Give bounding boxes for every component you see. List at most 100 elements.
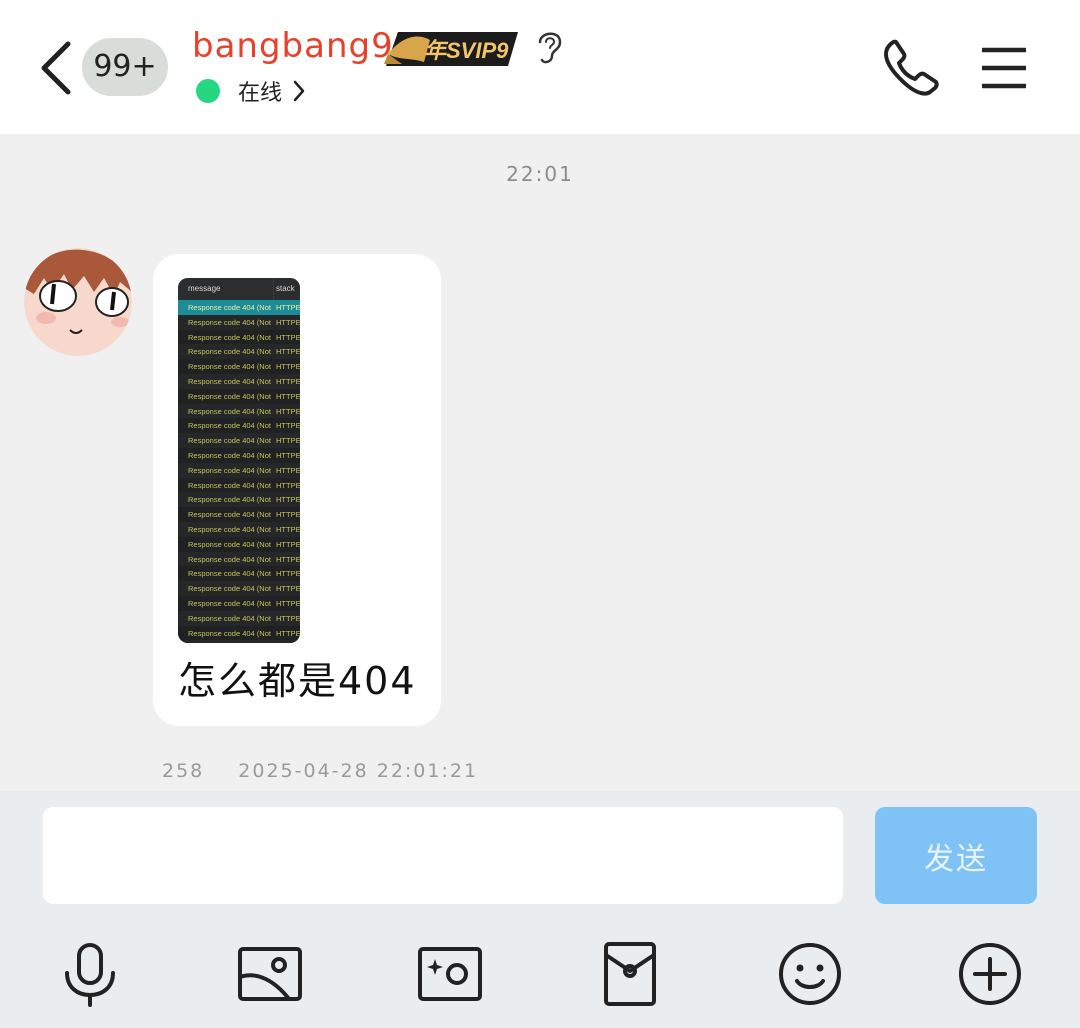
image-cell-stack: HTTPE (276, 347, 300, 357)
phone-call-button[interactable] (882, 38, 940, 96)
image-table-row: Response code 404 (Not HTTPE (178, 492, 300, 508)
online-status[interactable]: 在线 (196, 76, 306, 106)
more-button[interactable] (957, 941, 1023, 1007)
image-table-row: Response code 404 (Not HTTPE (178, 477, 300, 493)
image-table-row: Response code 404 (Not HTTPE (178, 359, 300, 374)
image-table-row: Response code 404 (Not HTTPE (178, 507, 300, 522)
contact-name[interactable]: bangbang93 (192, 26, 416, 66)
image-cell-stack: HTTPE (276, 406, 300, 416)
image-cell-stack: HTTPE (276, 480, 300, 490)
image-table-row: Response code 404 (Not HTTPE (178, 374, 300, 389)
image-table-row: Response code 404 (NotHTTPE (178, 522, 300, 537)
image-cell-stack: HTTPE (276, 451, 300, 460)
image-cell-stack: HTTPE (276, 569, 300, 579)
image-cell-message: Response code 404 (Not (188, 362, 271, 372)
chevron-left-icon (41, 41, 71, 95)
image-cell-message: Response code 404 (Not (188, 377, 271, 386)
image-cell-message: Response code 404 (Not (188, 317, 271, 327)
image-table-row: Response code 404 (Not HTTPE (178, 536, 300, 552)
image-cell-message: Response code 404 (Not (188, 347, 271, 357)
image-cell-message: Response code 404 (Not (188, 495, 271, 505)
image-cell-stack: HTTPE (276, 317, 300, 327)
image-cell-stack: HTTPE (276, 613, 300, 623)
message-meta: 258 2025-04-28 22:01:21 (162, 760, 478, 782)
image-table-row: Response code 404 (Not HTTPE (178, 344, 300, 360)
image-table-row: Response code 404 (Not HTTPE (178, 448, 300, 463)
gallery-button[interactable] (237, 941, 303, 1007)
message-image[interactable]: message stack Response code 404 (Not HTTP… (178, 278, 300, 643)
emoji-button[interactable] (777, 941, 843, 1007)
image-cell-message: Response code 404 (Not (188, 554, 271, 564)
image-cell-message: Response code 404 (Not (188, 303, 271, 312)
image-table-row: Response code 404 (NotHTTPE (178, 300, 300, 315)
image-cell-stack: HTTPE (276, 421, 300, 431)
image-cell-message: Response code 404 (Not (188, 613, 271, 623)
back-button[interactable] (36, 38, 80, 98)
image-cell-stack: HTTPE (276, 584, 300, 594)
image-icon (238, 947, 302, 1001)
image-cell-message: Response code 404 (Not (188, 480, 271, 490)
image-cell-stack: HTTPE (276, 391, 300, 401)
image-cell-stack: HTTPE (276, 362, 300, 372)
composer: 发送 (0, 791, 1080, 1028)
phone-icon (884, 39, 939, 96)
image-cell-stack: HTTPE (276, 495, 300, 505)
image-cell-stack: HTTPE (276, 332, 300, 342)
ear-icon[interactable] (532, 26, 568, 66)
red-packet-icon (604, 942, 656, 1006)
emoji-icon (779, 943, 841, 1005)
add-icon (959, 943, 1021, 1005)
image-table-header: message stack (178, 278, 300, 300)
image-table-row: Response code 404 (Not HTTPE (178, 581, 300, 596)
message-list[interactable]: 22:01 message stack Response code 404 (N… (0, 134, 1080, 791)
image-table-row: Response code 404 (Not HTTPE (178, 462, 300, 478)
message-text: 怎么都是404 (178, 659, 417, 703)
image-cell-stack: HTTPE (276, 510, 300, 520)
image-cell-message: Response code 404 (Not (188, 584, 271, 594)
chevron-right-icon (293, 80, 305, 102)
image-table-row: Response code 404 (Not HTTPE (178, 388, 300, 404)
camera-icon (418, 947, 482, 1001)
image-cell-stack: HTTPE (276, 628, 300, 638)
image-table-row: Response code 404 (Not HTTPE (178, 551, 300, 567)
camera-button[interactable] (417, 941, 483, 1007)
image-table-row: Response code 404 (NotHTTPE (178, 418, 300, 434)
message-input[interactable] (43, 807, 843, 904)
image-cell-message: Response code 404 (Not (188, 391, 271, 401)
menu-icon (982, 47, 1026, 89)
image-table-row: Response code 404 (Not HTTPE (178, 329, 300, 345)
image-cell-stack: HTTPE (276, 539, 300, 549)
image-table-row: Response code 404 (Not HTTPE (178, 596, 300, 611)
online-dot (196, 79, 220, 103)
red-packet-button[interactable] (597, 941, 663, 1007)
avatar[interactable] (24, 248, 132, 356)
image-cell-message: Response code 404 (Not (188, 525, 271, 534)
menu-button[interactable] (980, 46, 1028, 90)
image-cell-stack: HTTPE (276, 436, 300, 446)
svip-badge-text: 年SVIP9 (424, 38, 509, 63)
message-timestamp: 2025-04-28 22:01:21 (238, 760, 479, 782)
image-table-row: Response code 404 (Not HTTPE (178, 610, 300, 626)
voice-button[interactable] (57, 941, 123, 1007)
image-cell-message: Response code 404 (Not (188, 465, 271, 475)
image-cell-message: Response code 404 (Not (188, 539, 271, 549)
image-column-message: message (188, 284, 221, 293)
image-table-row: Response code 404 (Not HTTPE (178, 403, 300, 419)
image-cell-stack: HTTPE (276, 554, 300, 564)
unread-badge[interactable]: 99+ (82, 38, 168, 96)
image-table-row: Response code 404 (Not HTTPE (178, 625, 300, 641)
image-table-row: Response code 404 (NotHTTPE (178, 640, 300, 643)
image-cell-message: Response code 404 (Not (188, 510, 271, 520)
image-cell-message: Response code 404 (Not (188, 599, 271, 608)
image-cell-stack: HTTPE (276, 599, 300, 608)
message-bubble[interactable]: message stack Response code 404 (Not HTTP… (153, 254, 441, 726)
image-cell-stack: HTTPE (276, 465, 300, 475)
image-cell-message: Response code 404 (Not (188, 569, 271, 579)
image-cell-message: Response code 404 (Not (188, 451, 271, 460)
image-cell-message: Response code 404 (Not (188, 406, 271, 416)
image-table-row: Response code 404 (Not HTTPE (178, 566, 300, 582)
image-cell-stack: HTTPE (276, 377, 300, 386)
send-button[interactable]: 发送 (875, 807, 1037, 904)
image-cell-message: Response code 404 (Not (188, 332, 271, 342)
image-cell-message: Response code 404 (Not (188, 628, 271, 638)
